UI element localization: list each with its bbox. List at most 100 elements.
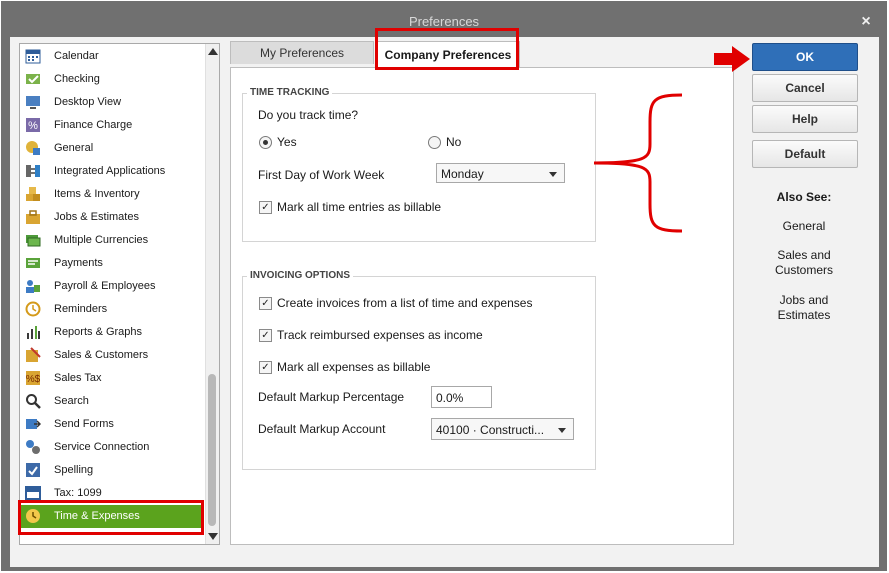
category-label: Sales Tax — [54, 372, 102, 384]
sales-icon — [26, 347, 41, 362]
category-item-payments[interactable]: Payments — [20, 252, 204, 275]
category-label: Items & Inventory — [54, 188, 140, 200]
markup-percentage-input[interactable]: 0.0% — [431, 386, 492, 408]
category-item-integrated-applications[interactable]: Integrated Applications — [20, 160, 204, 183]
sales-tax-icon: %$ — [26, 371, 41, 385]
category-label: Finance Charge — [54, 119, 133, 131]
category-item-reports-graphs[interactable]: Reports & Graphs — [20, 321, 204, 344]
currency-icon — [26, 235, 41, 247]
first-day-label: First Day of Work Week — [258, 168, 385, 182]
category-item-items-inventory[interactable]: Items & Inventory — [20, 183, 204, 206]
track-reimbursed-checkbox[interactable]: ✓ — [259, 329, 272, 342]
payroll-icon — [26, 280, 40, 293]
category-label: Reports & Graphs — [54, 326, 143, 338]
also-see-sales-customers-link[interactable]: Sales and Customers — [752, 248, 856, 278]
bar-chart-icon — [27, 326, 40, 339]
category-item-spelling[interactable]: Spelling — [20, 459, 204, 482]
mark-expenses-billable-label: Mark all expenses as billable — [277, 360, 431, 374]
tax-1099-icon — [25, 486, 41, 500]
jobs-icon — [26, 210, 40, 224]
category-label: Send Forms — [54, 418, 114, 430]
create-invoices-checkbox[interactable]: ✓ — [259, 297, 272, 310]
checking-icon — [26, 74, 40, 84]
markup-account-value: 40100 · Constructi... — [436, 423, 545, 437]
category-item-desktop-view[interactable]: Desktop View — [20, 91, 204, 114]
category-label: Checking — [54, 73, 100, 85]
billable-time-checkbox[interactable]: ✓ — [259, 201, 272, 214]
category-label: Search — [54, 395, 89, 407]
category-item-send-forms[interactable]: Send Forms — [20, 413, 204, 436]
scroll-down-icon[interactable] — [208, 533, 218, 540]
annotation-brace-icon — [593, 93, 683, 233]
category-label: Payroll & Employees — [54, 280, 156, 292]
annotation-arrow-icon — [714, 46, 750, 72]
category-label: Desktop View — [54, 96, 122, 108]
calendar-icon — [25, 49, 41, 64]
category-label: Calendar — [54, 50, 99, 62]
cancel-button[interactable]: Cancel — [752, 74, 858, 102]
category-item-general[interactable]: General — [20, 137, 204, 160]
invoicing-options-group: INVOICING OPTIONS ✓ Create invoices from… — [242, 270, 596, 470]
category-item-jobs-estimates[interactable]: Jobs & Estimates — [20, 206, 204, 229]
category-item-sales-tax[interactable]: %$ Sales Tax — [20, 367, 204, 390]
desktop-view-icon — [26, 96, 40, 109]
first-day-dropdown[interactable]: Monday — [436, 163, 565, 183]
no-label: No — [446, 135, 462, 149]
general-icon — [26, 141, 40, 155]
reminders-icon — [25, 301, 41, 317]
billable-time-label: Mark all time entries as billable — [277, 200, 442, 214]
integrated-apps-icon — [26, 165, 40, 177]
category-label: Service Connection — [54, 441, 150, 453]
svg-text:%$: %$ — [26, 374, 41, 385]
category-label: Sales & Customers — [54, 349, 149, 361]
category-item-finance-charge[interactable]: % Finance Charge — [20, 114, 204, 137]
mark-expenses-billable-checkbox[interactable]: ✓ — [259, 361, 272, 374]
service-connection-icon — [26, 440, 40, 454]
no-radio[interactable] — [428, 136, 441, 149]
close-icon[interactable]: × — [859, 10, 873, 30]
default-button[interactable]: Default — [752, 140, 858, 168]
annotation-highlight-company-tab — [375, 28, 519, 70]
group-title: INVOICING OPTIONS — [247, 270, 354, 281]
category-item-calendar[interactable]: Calendar — [20, 45, 204, 68]
category-scrollbar[interactable] — [205, 44, 219, 544]
also-see-title: Also See: — [776, 190, 832, 204]
category-label: General — [54, 142, 94, 154]
first-day-value: Monday — [441, 167, 484, 181]
also-see-jobs-estimates-link[interactable]: Jobs and Estimates — [752, 293, 856, 323]
category-label: Integrated Applications — [54, 165, 166, 177]
spelling-icon — [26, 463, 40, 477]
boxes-icon — [26, 187, 40, 201]
time-tracking-group: TIME TRACKING Do you track time? Yes No … — [242, 87, 596, 242]
annotation-highlight-time-expenses — [18, 500, 204, 535]
payments-icon — [26, 258, 40, 268]
chevron-down-icon — [549, 172, 557, 177]
scroll-thumb[interactable] — [208, 374, 216, 526]
category-item-service-connection[interactable]: Service Connection — [20, 436, 204, 459]
track-reimbursed-label: Track reimbursed expenses as income — [277, 328, 483, 342]
category-item-multiple-currencies[interactable]: Multiple Currencies — [20, 229, 204, 252]
category-item-search[interactable]: Search — [20, 390, 204, 413]
category-item-sales-customers[interactable]: Sales & Customers — [20, 344, 204, 367]
also-see-general-link[interactable]: General — [752, 219, 856, 234]
category-item-payroll-employees[interactable]: Payroll & Employees — [20, 275, 204, 298]
ok-button[interactable]: OK — [752, 43, 858, 71]
help-button[interactable]: Help — [752, 105, 858, 133]
create-invoices-label: Create invoices from a list of time and … — [277, 296, 533, 310]
category-label: Multiple Currencies — [54, 234, 149, 246]
search-icon — [26, 394, 41, 409]
send-forms-icon — [26, 419, 41, 429]
category-item-reminders[interactable]: Reminders — [20, 298, 204, 321]
markup-account-dropdown[interactable]: 40100 · Constructi... — [431, 418, 574, 440]
scroll-up-icon[interactable] — [208, 48, 218, 55]
tab-my-preferences[interactable]: My Preferences — [230, 41, 374, 64]
group-title: TIME TRACKING — [247, 87, 333, 98]
yes-radio[interactable] — [259, 136, 272, 149]
svg-text:%: % — [28, 120, 38, 132]
category-label: Tax: 1099 — [54, 487, 102, 499]
category-label: Spelling — [54, 464, 94, 476]
markup-account-label: Default Markup Account — [258, 422, 386, 436]
category-item-checking[interactable]: Checking — [20, 68, 204, 91]
track-time-question: Do you track time? — [258, 108, 359, 122]
yes-label: Yes — [277, 135, 297, 149]
